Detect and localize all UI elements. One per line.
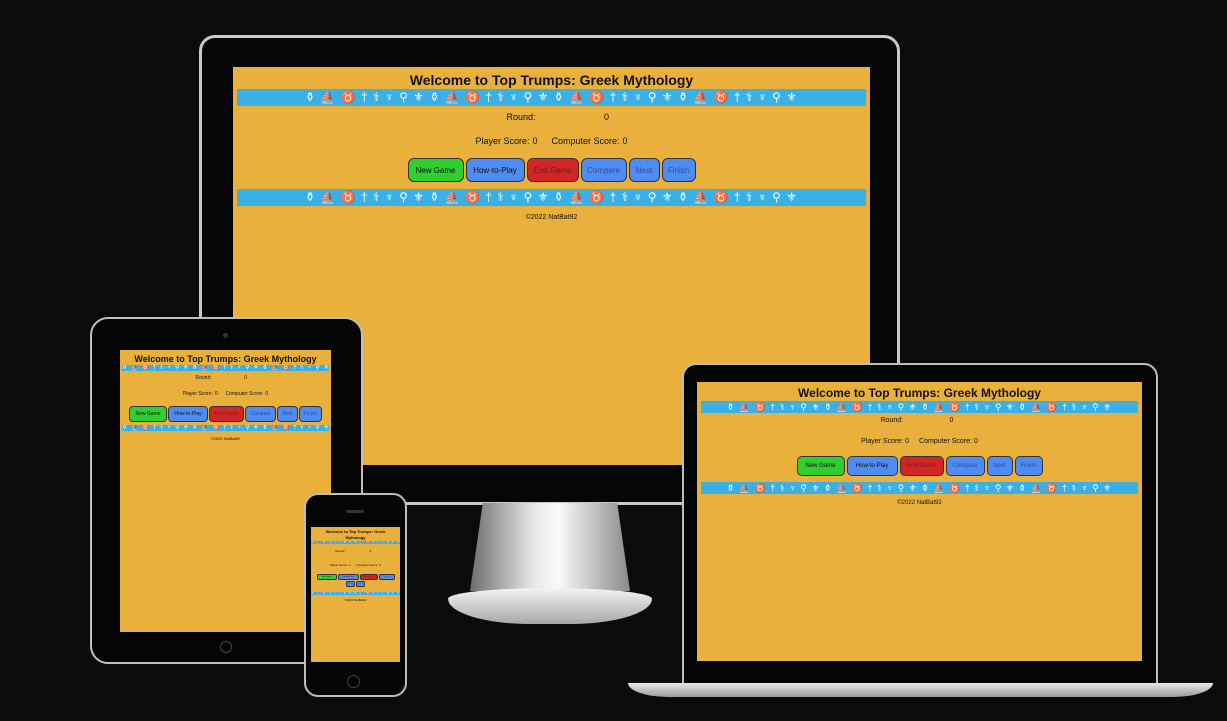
greek-pattern-banner-top: ⚱ ⛵ ♉ † ⚕ ♆ ⚲ ⚜ ⚱ ⛵ ♉ † ⚕ ♆ ⚲ ⚜ ⚱ ⛵ ♉ † … <box>701 401 1138 413</box>
page-title: Welcome to Top Trumps: Greek Mythology <box>134 354 317 364</box>
round-value: 0 <box>369 549 372 553</box>
round-label: Round: <box>506 112 536 122</box>
greek-pattern-banner-bottom: ⚱ ⛵ ♉ † ⚕ ♆ ⚲ ⚜ ⚱ ⛵ ♉ † ⚕ ♆ ⚲ ⚜ ⚱ ⛵ ♉ † … <box>237 189 866 206</box>
tablet-home-button[interactable] <box>220 641 232 653</box>
page-title: Welcome to Top Trumps: Greek Mythology <box>798 386 1041 400</box>
tablet-screen: Welcome to Top Trumps: Greek Mythology ⚱… <box>120 350 331 632</box>
round-value: 0 <box>603 112 609 122</box>
player-score-label: Player Score: <box>182 391 213 397</box>
greek-pattern-banner-top: ⚱ ⛵ ♉ † ⚕ ♆ ⚲ ⚜ ⚱ ⛵ ♉ † ⚕ ♆ ⚲ ⚜ ⚱ ⛵ ♉ † … <box>237 89 866 106</box>
greek-pattern-banner-bottom: ⚱ ⛵ ♉ † ⚕ ♆ ⚲ ⚜ ⚱ ⛵ ♉ † ⚕ ♆ ⚲ ⚜ ⚱ ⛵ ♉ † … <box>311 592 400 595</box>
computer-score-label: Computer Score: <box>225 391 264 397</box>
greek-pattern-banner-top: ⚱ ⛵ ♉ † ⚕ ♆ ⚲ ⚜ ⚱ ⛵ ♉ † ⚕ ♆ ⚲ ⚜ ⚱ ⛵ ♉ † … <box>311 541 400 544</box>
finish-button[interactable]: Finish <box>661 158 696 182</box>
player-score-value: 0 <box>214 391 218 397</box>
footer-copyright: ©2022 NatBat92 <box>897 500 942 506</box>
new-game-button[interactable]: New Game <box>129 406 167 422</box>
phone-home-button[interactable] <box>347 675 360 688</box>
how-to-play-button[interactable]: How-to-Play <box>465 158 525 182</box>
next-button[interactable]: Next <box>986 456 1013 476</box>
new-game-button[interactable]: New Game <box>796 456 845 476</box>
round-value: 0 <box>244 375 247 381</box>
round-value: 0 <box>949 417 954 424</box>
page-title: Welcome to Top Trumps: Greek Mythology <box>409 72 694 88</box>
player-score-value: 0 <box>905 438 910 445</box>
player-score-value: 0 <box>532 136 538 146</box>
compare-button[interactable]: Compare <box>245 406 276 422</box>
how-to-play-button[interactable]: How-to-Play <box>168 406 208 422</box>
compare-button[interactable]: Compare <box>378 574 395 580</box>
page-title: Welcome to Top Trumps: Greek Mythology <box>325 529 386 540</box>
end-game-button[interactable]: End Game <box>359 574 378 580</box>
greek-pattern-banner-top: ⚱ ⛵ ♉ † ⚕ ♆ ⚲ ⚜ ⚱ ⛵ ♉ † ⚕ ♆ ⚲ ⚜ ⚱ ⛵ ♉ † … <box>122 365 329 371</box>
new-game-button[interactable]: New Game <box>407 158 464 182</box>
footer-copyright: ©2022 NatBat92 <box>210 436 241 441</box>
next-button[interactable]: Next <box>277 406 298 422</box>
computer-score-label: Computer Score: <box>355 563 379 567</box>
phone-speaker <box>346 510 364 513</box>
new-game-button[interactable]: New Game <box>316 574 337 580</box>
how-to-play-button[interactable]: How-to-Play <box>337 574 359 580</box>
computer-score-value: 0 <box>265 391 269 397</box>
player-score-label: Player Score: <box>861 438 904 445</box>
player-score-value: 0 <box>348 563 351 567</box>
tablet-camera <box>223 333 228 338</box>
footer-copyright: ©2022 NatBat92 <box>344 598 367 602</box>
round-label: Round: <box>880 417 904 424</box>
how-to-play-button[interactable]: How-to-Play <box>846 456 898 476</box>
laptop-screen: Welcome to Top Trumps: Greek Mythology ⚱… <box>697 382 1142 661</box>
computer-score-value: 0 <box>622 136 628 146</box>
finish-button[interactable]: Finish <box>356 581 365 587</box>
desktop-monitor-stand <box>470 503 630 591</box>
compare-button[interactable]: Compare <box>945 456 985 476</box>
footer-copyright: ©2022 NatBat92 <box>525 214 578 221</box>
greek-pattern-banner-bottom: ⚱ ⛵ ♉ † ⚕ ♆ ⚲ ⚜ ⚱ ⛵ ♉ † ⚕ ♆ ⚲ ⚜ ⚱ ⛵ ♉ † … <box>122 425 329 431</box>
next-button[interactable]: Next <box>346 581 355 587</box>
computer-score-label: Computer Score: <box>919 438 972 445</box>
desktop-monitor-base <box>448 588 652 624</box>
computer-score-label: Computer Score: <box>551 136 620 146</box>
end-game-button[interactable]: End Game <box>526 158 579 182</box>
round-label: Round: <box>195 375 212 381</box>
greek-pattern-banner-bottom: ⚱ ⛵ ♉ † ⚕ ♆ ⚲ ⚜ ⚱ ⛵ ♉ † ⚕ ♆ ⚲ ⚜ ⚱ ⛵ ♉ † … <box>701 482 1138 494</box>
round-label: Round: <box>335 549 346 553</box>
player-score-label: Player Score: <box>475 136 530 146</box>
phone-screen: Welcome to Top Trumps: Greek Mythology ⚱… <box>311 527 400 662</box>
finish-button[interactable]: Finish <box>299 406 322 422</box>
compare-button[interactable]: Compare <box>580 158 627 182</box>
end-game-button[interactable]: End Game <box>209 406 244 422</box>
next-button[interactable]: Next <box>628 158 660 182</box>
laptop-base <box>628 683 1213 697</box>
end-game-button[interactable]: End Game <box>899 456 944 476</box>
finish-button[interactable]: Finish <box>1014 456 1043 476</box>
computer-score-value: 0 <box>379 563 382 567</box>
computer-score-value: 0 <box>973 438 978 445</box>
player-score-label: Player Score: <box>329 563 348 567</box>
